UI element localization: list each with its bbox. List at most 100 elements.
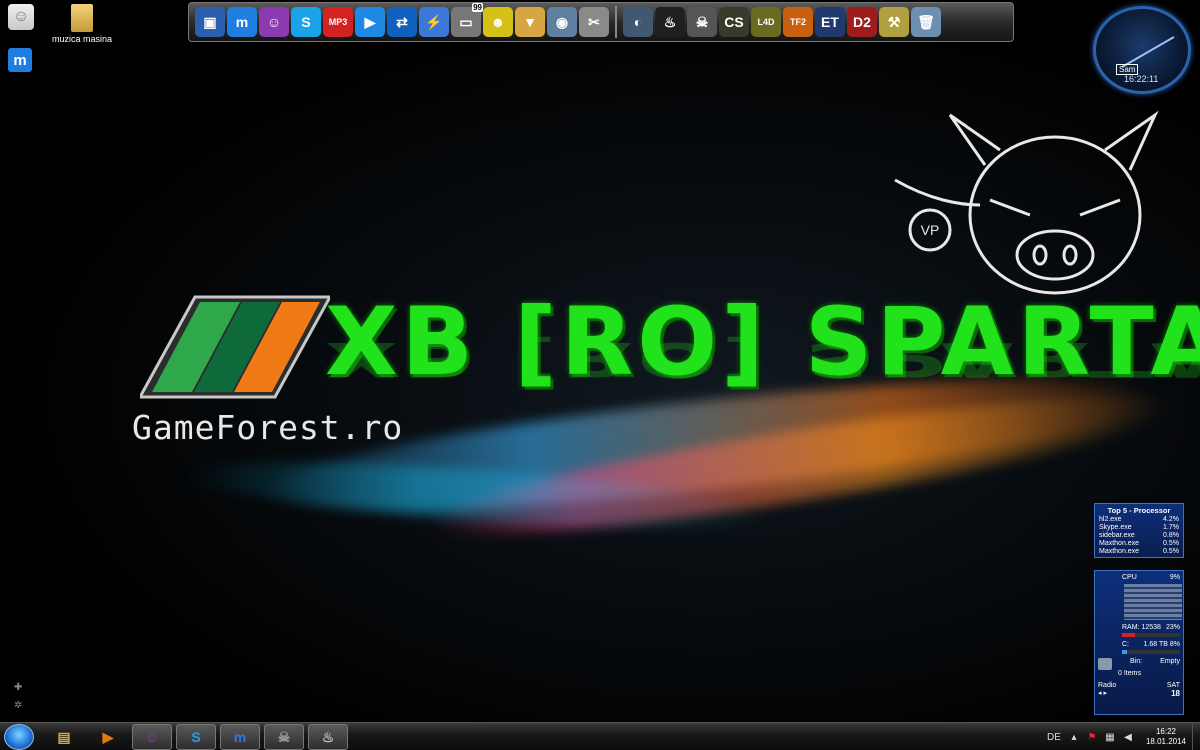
ram-bar-fill [1122, 633, 1136, 637]
euro-truck-icon[interactable]: ET [815, 7, 845, 37]
dota-icon[interactable]: ◐ [623, 7, 653, 37]
process-row: hl2.exe 4.2% [1099, 516, 1179, 524]
desktop-icon-maxthon[interactable]: m [8, 48, 32, 72]
cpu-value: 9% [1169, 574, 1180, 581]
tray-clock[interactable]: 16:22 18.01.2014 [1146, 727, 1186, 747]
taskbar-button[interactable]: ☺ [132, 724, 172, 750]
tools-icon[interactable]: ✂ [579, 7, 609, 37]
bin-state: Empty [1160, 658, 1180, 665]
skype-icon: S [191, 729, 201, 745]
tray-time: 16:22 [1155, 727, 1176, 736]
daemon-tools-icon[interactable]: ⚡ [419, 7, 449, 37]
calendar-day: SAT [1166, 682, 1180, 689]
show-hidden-icons-icon[interactable]: ▴ [1068, 731, 1080, 743]
network-icon[interactable]: ▦ [1104, 731, 1116, 743]
taskbar-button[interactable]: ♨ [308, 724, 348, 750]
counter-strike-icon: ☠ [277, 728, 291, 745]
mp3-icon[interactable]: MP3 [323, 7, 353, 37]
desktop-icon-folder[interactable]: muzica masina [52, 4, 112, 44]
process-row: Maxthon.exe 0.5% [1099, 548, 1179, 556]
process-name: Maxthon.exe [1099, 540, 1140, 547]
taskbar-button[interactable]: ▤ [44, 724, 84, 750]
app-dock: ▣ m ☺ S MP3 ▶ ⇄ ⚡ ▭ 99 ☻ ▼ ◉ ✂ ◐ ♨ ☠ CS L4D TF2 ET D2 ⚒ 🗑 [188, 2, 1014, 42]
csgo-icon[interactable]: CS [719, 7, 749, 37]
counter-strike-icon[interactable]: ☠ [687, 7, 717, 37]
taskbar-button[interactable]: m [220, 724, 260, 750]
pig-logo: VP [894, 110, 1159, 295]
system-monitor-gadget[interactable]: CPU 9% RAM: 12538 23% C: 1.68 TB 8% Bin:… [1094, 570, 1184, 715]
show-desktop-button[interactable] [1192, 723, 1200, 750]
gadget-settings-icon[interactable]: ✲ [14, 700, 22, 711]
maxthon-icon: m [8, 48, 32, 72]
cpu-graph [1124, 584, 1182, 620]
team-fortress-icon[interactable]: TF2 [783, 7, 813, 37]
steam-icon: ♨ [321, 728, 335, 745]
media-player-icon[interactable]: ▶ [355, 7, 385, 37]
computer-icon[interactable]: ▣ [195, 7, 225, 37]
process-name: Skype.exe [1099, 524, 1132, 531]
top-processes-title: Top 5 - Processor [1107, 506, 1171, 515]
clock-time: 16:22:11 [1124, 74, 1159, 84]
disk-value: 1.68 TB 8% [1143, 641, 1180, 648]
desktop-icon-label: muzica masina [51, 34, 113, 44]
radio-controls-icon[interactable]: ◂ ▸ [1098, 689, 1107, 698]
messenger-icon: ☺ [144, 729, 160, 745]
monitor-icon[interactable]: ▭ 99 [451, 3, 483, 37]
language-indicator[interactable]: DE [1046, 731, 1062, 743]
disk-bar [1122, 650, 1180, 654]
recycle-bin-icon[interactable]: 🗑 [911, 7, 941, 37]
process-usage: 4.2% [1163, 516, 1179, 523]
process-name: sidebar.exe [1099, 532, 1135, 539]
cpu-label: CPU [1122, 574, 1137, 581]
smiley-face-icon: ☺ [8, 4, 34, 30]
dota2-icon[interactable]: D2 [847, 7, 877, 37]
teamviewer-icon[interactable]: ⇄ [387, 7, 417, 37]
process-row: Skype.exe 1.7% [1099, 524, 1179, 532]
explorer-icon: ▤ [57, 728, 71, 745]
clan-headline-reflection: XB [RO] SPARTA [325, 331, 1200, 387]
top-processes-gadget[interactable]: Top 5 - Processor hl2.exe 4.2% Skype.exe 1.… [1094, 503, 1184, 558]
process-name: Maxthon.exe [1099, 548, 1140, 555]
calendar-date: 18 [1171, 689, 1180, 698]
tray-date: 18.01.2014 [1145, 737, 1186, 746]
taskbar-button[interactable]: ▶ [88, 724, 128, 750]
process-list: hl2.exe 4.2% Skype.exe 1.7% sidebar.exe 0.8% M… [1099, 516, 1179, 556]
start-button[interactable] [4, 724, 34, 750]
steam-icon[interactable]: ♨ [655, 7, 685, 37]
system-tray: DE ▴ ⚑ ▦ ◀ 16:22 18.01.2014 [1046, 723, 1200, 750]
action-center-flag-icon[interactable]: ⚑ [1086, 731, 1098, 743]
bin-items: 0 Items [1118, 670, 1141, 677]
radio-label[interactable]: Radio [1098, 682, 1116, 689]
disk-bar-fill [1122, 650, 1127, 654]
taskbar-button[interactable]: ☠ [264, 724, 304, 750]
clock-gadget[interactable]: Sam 16:22:11 [1093, 6, 1191, 94]
process-row: Maxthon.exe 0.5% [1099, 540, 1179, 548]
volume-icon[interactable]: ◀ [1122, 731, 1134, 743]
disk-label: C: [1122, 641, 1129, 648]
pickaxe-icon[interactable]: ⚒ [879, 7, 909, 37]
desktop-icon-smiley[interactable]: ☺ [8, 4, 34, 30]
smiley-icon[interactable]: ☻ [483, 7, 513, 37]
dock-badge-count: 99 [472, 3, 483, 12]
network-icon[interactable]: ◉ [547, 7, 577, 37]
ram-value: 23% [1165, 624, 1180, 631]
maxthon-icon: m [233, 729, 247, 745]
recycle-bin-icon [1098, 658, 1112, 670]
taskbar: ▤ ▶ ☺ Sm ☠ ♨ DE ▴ ⚑ ▦ ◀ 16:22 18.01.2014 [0, 722, 1200, 750]
bin-label: Bin: [1130, 658, 1143, 665]
skype-icon[interactable]: S [291, 7, 321, 37]
folder-icon [71, 4, 93, 32]
messenger-icon[interactable]: ☺ [259, 7, 289, 37]
left4dead2-icon[interactable]: L4D [751, 7, 781, 37]
ram-bar [1122, 633, 1180, 637]
process-row: sidebar.exe 0.8% [1099, 532, 1179, 540]
site-name: GameForest.ro [132, 408, 404, 447]
process-name: hl2.exe [1099, 516, 1122, 523]
taskbar-button[interactable]: S [176, 724, 216, 750]
maxthon-icon[interactable]: m [227, 7, 257, 37]
downloads-folder-icon[interactable]: ▼ [515, 7, 545, 37]
ram-label: RAM: 12538 [1122, 624, 1161, 631]
dock-separator [615, 6, 617, 38]
add-gadget-icon[interactable]: ✚ [14, 682, 22, 693]
process-usage: 0.8% [1163, 532, 1179, 539]
